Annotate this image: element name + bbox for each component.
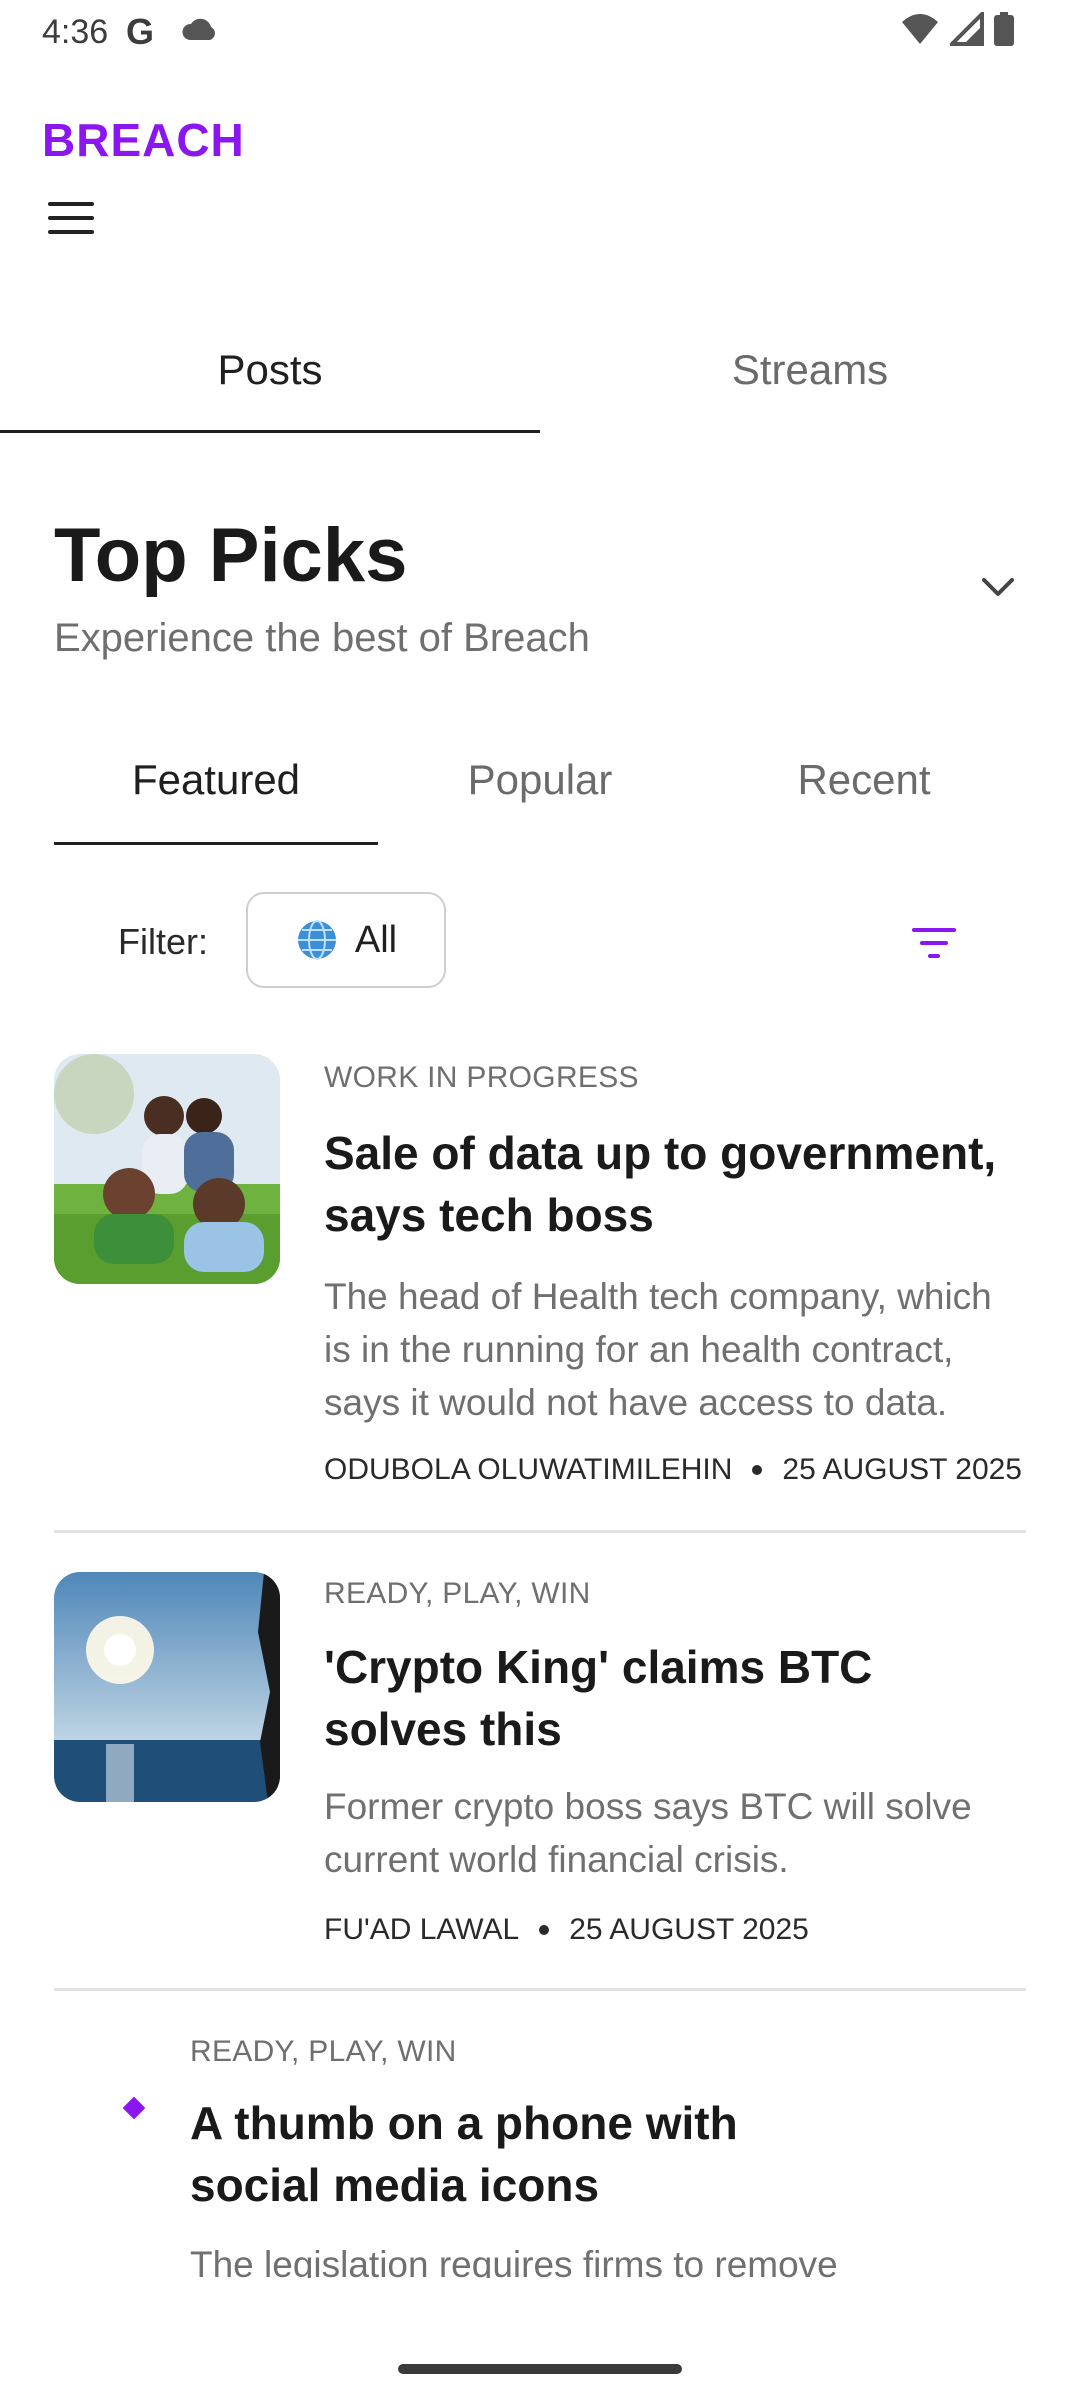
- article-headline[interactable]: Sale of data up to government, says tech…: [324, 1122, 1044, 1246]
- filter-chip-label: All: [354, 918, 398, 961]
- tab-featured-indicator: [54, 842, 378, 845]
- article-headline[interactable]: 'Crypto King' claims BTC solves this: [324, 1636, 1044, 1760]
- excerpt-line: The head of Health tech company, which: [324, 1276, 992, 1317]
- article-kicker: READY, PLAY, WIN: [190, 2035, 457, 2068]
- article-thumbnail[interactable]: [54, 1572, 280, 1802]
- section-subtitle: Experience the best of Breach: [54, 616, 590, 660]
- article-kicker: READY, PLAY, WIN: [324, 1577, 591, 1610]
- article-kicker: WORK IN PROGRESS: [324, 1061, 639, 1094]
- article-excerpt: The head of Health tech company, which i…: [324, 1270, 1044, 1429]
- filter-label: Filter:: [118, 921, 208, 962]
- status-right-icons: [900, 12, 1014, 46]
- filter-sort-icon[interactable]: [910, 926, 958, 960]
- wifi-icon: [902, 14, 938, 44]
- tab-featured[interactable]: Featured: [54, 750, 378, 810]
- tab-streams[interactable]: Streams: [540, 340, 1080, 400]
- status-time: 4:36: [42, 13, 109, 51]
- signal-icon: [950, 12, 984, 46]
- breach-logo[interactable]: BREACH: [42, 112, 245, 168]
- headline-line: solves this: [324, 1703, 562, 1755]
- globe-icon: [297, 920, 336, 960]
- tab-popular[interactable]: Popular: [378, 750, 702, 810]
- tab-recent[interactable]: Recent: [702, 750, 1026, 810]
- article-date: 25 AUGUST 2025: [569, 1913, 809, 1946]
- article-meta: ODUBOLA OLUWATIMILEHIN 25 AUGUST 2025: [324, 1450, 1022, 1490]
- cloud-icon: [180, 14, 220, 49]
- headline-line: A thumb on a phone with: [190, 2097, 738, 2149]
- section-title: Top Picks: [54, 513, 408, 598]
- article-author: FU'AD LAWAL: [324, 1913, 520, 1946]
- home-indicator[interactable]: [398, 2364, 682, 2374]
- broken-image-icon: [122, 2096, 146, 2120]
- tab-posts[interactable]: Posts: [0, 340, 540, 400]
- excerpt-line: The legislation requires firms to remove: [190, 2244, 838, 2278]
- article-excerpt: The legislation requires firms to remove: [190, 2238, 910, 2278]
- excerpt-line: current world financial crisis.: [324, 1839, 789, 1880]
- google-icon: G: [126, 11, 155, 52]
- meta-separator: [752, 1465, 763, 1475]
- article-meta: FU'AD LAWAL 25 AUGUST 2025: [324, 1910, 809, 1950]
- excerpt-line: is in the running for an health contract…: [324, 1329, 954, 1370]
- battery-icon: [994, 12, 1014, 46]
- article-author: ODUBOLA OLUWATIMILEHIN: [324, 1453, 733, 1486]
- headline-line: 'Crypto King' claims BTC: [324, 1641, 873, 1693]
- article-divider: [54, 1988, 1026, 1991]
- headline-line: Sale of data up to government,: [324, 1127, 997, 1179]
- chevron-down-icon[interactable]: [978, 572, 1018, 602]
- excerpt-line: Former crypto boss says BTC will solve: [324, 1786, 972, 1827]
- excerpt-line: says it would not have access to data.: [324, 1382, 948, 1423]
- article-thumbnail[interactable]: [54, 1054, 280, 1284]
- hamburger-menu-icon[interactable]: [48, 202, 94, 236]
- article-headline[interactable]: A thumb on a phone with social media ico…: [190, 2092, 910, 2216]
- filter-chip-all[interactable]: All: [246, 892, 446, 988]
- headline-line: says tech boss: [324, 1189, 654, 1241]
- tab-posts-indicator: [0, 430, 540, 433]
- headline-line: social media icons: [190, 2159, 600, 2211]
- article-date: 25 AUGUST 2025: [782, 1453, 1022, 1486]
- article-divider: [54, 1530, 1026, 1533]
- meta-separator: [539, 1925, 550, 1935]
- article-excerpt: Former crypto boss says BTC will solve c…: [324, 1780, 1044, 1886]
